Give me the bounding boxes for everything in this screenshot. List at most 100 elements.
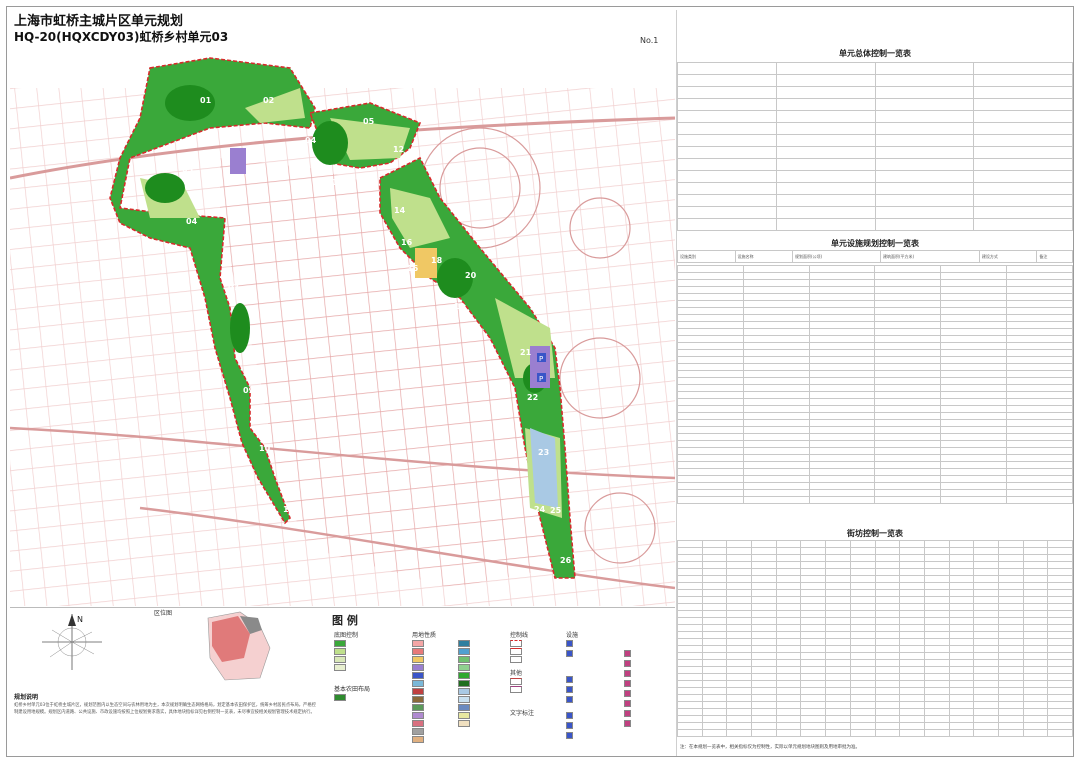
legend-group-label: 基本农田布局 xyxy=(334,686,371,693)
table2-header: 备注 xyxy=(1036,250,1073,263)
table2-header: 建筑面积(平方米) xyxy=(879,250,980,263)
legend-swatch xyxy=(510,678,522,685)
planning-map[interactable]: P P 01 02 03 04 04 05 07 08 09 10 11 12 … xyxy=(9,48,676,606)
legend-group-label: 文字标注 xyxy=(510,710,535,717)
notes-text: 虹桥乡村单元03位于虹桥主城片区，规划范围内以生态空间与农林用地为主，本次规划明… xyxy=(14,703,316,715)
legend-swatch xyxy=(334,648,346,655)
zone-label-12: 12 xyxy=(393,145,404,154)
legend-swatch xyxy=(624,710,631,717)
legend-swatch xyxy=(458,720,470,727)
zone-label-07: 07 xyxy=(228,283,239,292)
block-control-table xyxy=(677,540,1073,737)
facility-table-body xyxy=(677,265,1073,504)
legend-swatch xyxy=(458,704,470,711)
zone-label-26: 26 xyxy=(560,556,572,565)
parking-icon: P xyxy=(537,353,546,363)
legend-swatch xyxy=(566,712,573,719)
index-map xyxy=(200,608,275,687)
zone-label-02: 02 xyxy=(263,96,274,105)
legend-swatch xyxy=(412,648,424,655)
svg-text:P: P xyxy=(539,375,543,383)
svg-text:N: N xyxy=(77,615,83,624)
table2-header: 规划面积(公顷) xyxy=(792,250,881,263)
legend-swatch xyxy=(566,640,573,647)
legend-swatch xyxy=(510,686,522,693)
plan-subtitle: HQ-20(HQXCDY03)虹桥乡村单元03 xyxy=(14,30,229,44)
legend-swatch xyxy=(566,696,573,703)
legend-title: 图 例 xyxy=(332,614,358,627)
legend-swatch xyxy=(334,694,346,701)
table3-title: 街坊控制一览表 xyxy=(847,529,903,538)
table2-header: 设施类别 xyxy=(677,250,736,263)
zone-label-11: 11 xyxy=(283,505,295,514)
zone-label-13: 13 xyxy=(332,178,343,187)
legend-group-label: 用地性质 xyxy=(412,632,437,639)
legend-swatch xyxy=(334,656,346,663)
legend-swatch xyxy=(458,648,470,655)
zone-label-04: 04 xyxy=(305,136,317,145)
table2-title: 单元设施规划控制一览表 xyxy=(831,239,919,248)
zone-label-19: 19 xyxy=(454,302,466,311)
legend-swatch xyxy=(510,640,522,647)
legend-swatch xyxy=(412,640,424,647)
zone-label-20: 20 xyxy=(465,271,477,280)
table-footnote: 注：在本规划一览表中，相关指标仅为控制性，实际以单元规划地块图则及用地审批为准。 xyxy=(680,745,860,750)
legend-swatch xyxy=(458,656,470,663)
legend-swatch xyxy=(458,664,470,671)
facility-parcel xyxy=(230,148,246,174)
legend-swatch xyxy=(412,664,424,671)
sheet-number: No.1 xyxy=(640,36,659,45)
legend-swatch xyxy=(458,688,470,695)
legend-swatch xyxy=(624,720,631,727)
legend-swatch xyxy=(412,712,424,719)
table2-header: 设施名称 xyxy=(734,250,793,263)
legend-swatch xyxy=(458,640,470,647)
legend-swatch xyxy=(624,670,631,677)
legend-swatch xyxy=(458,680,470,687)
legend-swatch xyxy=(412,688,424,695)
zone-label-24: 24 xyxy=(534,505,546,514)
legend-swatch xyxy=(412,680,424,687)
overall-control-table xyxy=(677,62,1073,231)
zone-label-23: 23 xyxy=(538,448,549,457)
plan-title: 上海市虹桥主城片区单元规划 xyxy=(14,14,184,29)
zone-label-22: 22 xyxy=(527,393,538,402)
zone-label-14: 14 xyxy=(394,206,406,215)
legend-swatch xyxy=(458,672,470,679)
svg-text:P: P xyxy=(539,355,543,363)
zone-label-18: 18 xyxy=(431,256,443,265)
legend-swatch xyxy=(334,664,346,671)
legend-swatch xyxy=(624,680,631,687)
zone-label-16b: 16 xyxy=(407,264,419,273)
legend-swatch xyxy=(566,676,573,683)
zone-label-05: 05 xyxy=(363,117,375,126)
table2-header: 建设方式 xyxy=(978,250,1038,263)
legend-swatch xyxy=(412,720,424,727)
notes-title: 规划说明 xyxy=(14,694,39,701)
control-tables-panel: 单元总体控制一览表 单元设施规划控制一览表 设施类别 设施名称 规划面积(公顷)… xyxy=(676,10,1073,756)
legend-swatch xyxy=(624,690,631,697)
zone-label-01: 01 xyxy=(200,96,212,105)
index-map-label: 区位图 xyxy=(154,610,173,617)
legend-swatch xyxy=(458,712,470,719)
legend-swatch xyxy=(412,672,424,679)
legend-swatch xyxy=(412,656,424,663)
legend-group-label: 底图控制 xyxy=(334,632,359,639)
facility-control-table: 设施类别 设施名称 规划面积(公顷) 建筑面积(平方米) 建设方式 备注 xyxy=(677,250,1073,263)
legend-swatch xyxy=(624,660,631,667)
north-arrow-icon: N xyxy=(22,612,122,676)
legend-group-label: 设施 xyxy=(566,632,579,639)
planning-map-svg: P P 01 02 03 04 04 05 07 08 09 10 11 12 … xyxy=(9,48,676,606)
legend-swatch xyxy=(566,650,573,657)
legend-swatch xyxy=(412,728,424,735)
legend-swatch xyxy=(510,656,522,663)
zone-label-17: 17 xyxy=(414,277,425,286)
legend-swatch xyxy=(510,648,522,655)
legend-group-label: 其他 xyxy=(510,670,523,677)
legend-group-label: 控制线 xyxy=(510,632,529,639)
legend-swatch xyxy=(624,700,631,707)
legend-swatch xyxy=(566,686,573,693)
legend-swatch xyxy=(412,704,424,711)
legend-swatch xyxy=(624,650,631,657)
legend-swatch xyxy=(566,722,573,729)
